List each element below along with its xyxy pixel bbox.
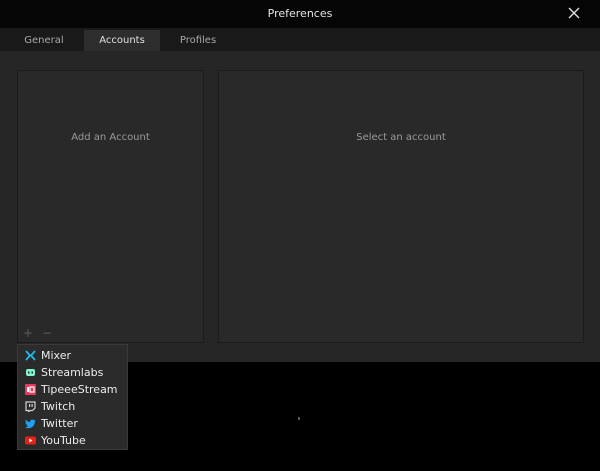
accounts-list-panel[interactable]: Add an Account: [17, 70, 204, 343]
close-button[interactable]: [566, 5, 582, 21]
menu-item-label: Mixer: [41, 349, 72, 362]
tab-profiles[interactable]: Profiles: [160, 30, 236, 51]
service-dropdown-menu: Mixer Streamlabs TipeeeStream Twitch Twi…: [17, 344, 128, 450]
select-account-placeholder: Select an account: [356, 132, 446, 143]
tab-accounts[interactable]: Accounts: [84, 30, 160, 51]
preferences-window: Preferences General Accounts Profiles Ad…: [0, 0, 600, 362]
tipeeestream-icon: [25, 384, 36, 395]
menu-item-label: YouTube: [41, 434, 86, 447]
add-account-button[interactable]: +: [22, 327, 34, 339]
youtube-icon: [25, 435, 36, 446]
close-icon: [568, 7, 580, 19]
remove-account-button[interactable]: −: [41, 327, 53, 339]
add-account-placeholder: Add an Account: [71, 132, 150, 143]
window-title: Preferences: [267, 7, 333, 20]
menu-item-label: TipeeeStream: [41, 383, 118, 396]
mouse-cursor: [298, 417, 300, 420]
menu-item-twitter[interactable]: Twitter: [18, 415, 127, 432]
tab-general[interactable]: General: [5, 30, 83, 51]
menu-item-streamlabs[interactable]: Streamlabs: [18, 364, 127, 381]
streamlabs-icon: [25, 367, 36, 378]
menu-item-label: Twitch: [41, 400, 76, 413]
menu-item-label: Streamlabs: [41, 366, 104, 379]
menu-item-label: Twitter: [41, 417, 78, 430]
menu-item-mixer[interactable]: Mixer: [18, 347, 127, 364]
menu-item-tipeeestream[interactable]: TipeeeStream: [18, 381, 127, 398]
twitter-icon: [25, 418, 36, 429]
account-details-panel: Select an account: [218, 70, 584, 343]
twitch-icon: [25, 401, 36, 412]
mixer-icon: [25, 350, 36, 361]
menu-item-twitch[interactable]: Twitch: [18, 398, 127, 415]
title-bar: Preferences: [0, 0, 600, 28]
menu-item-youtube[interactable]: YouTube: [18, 432, 127, 449]
